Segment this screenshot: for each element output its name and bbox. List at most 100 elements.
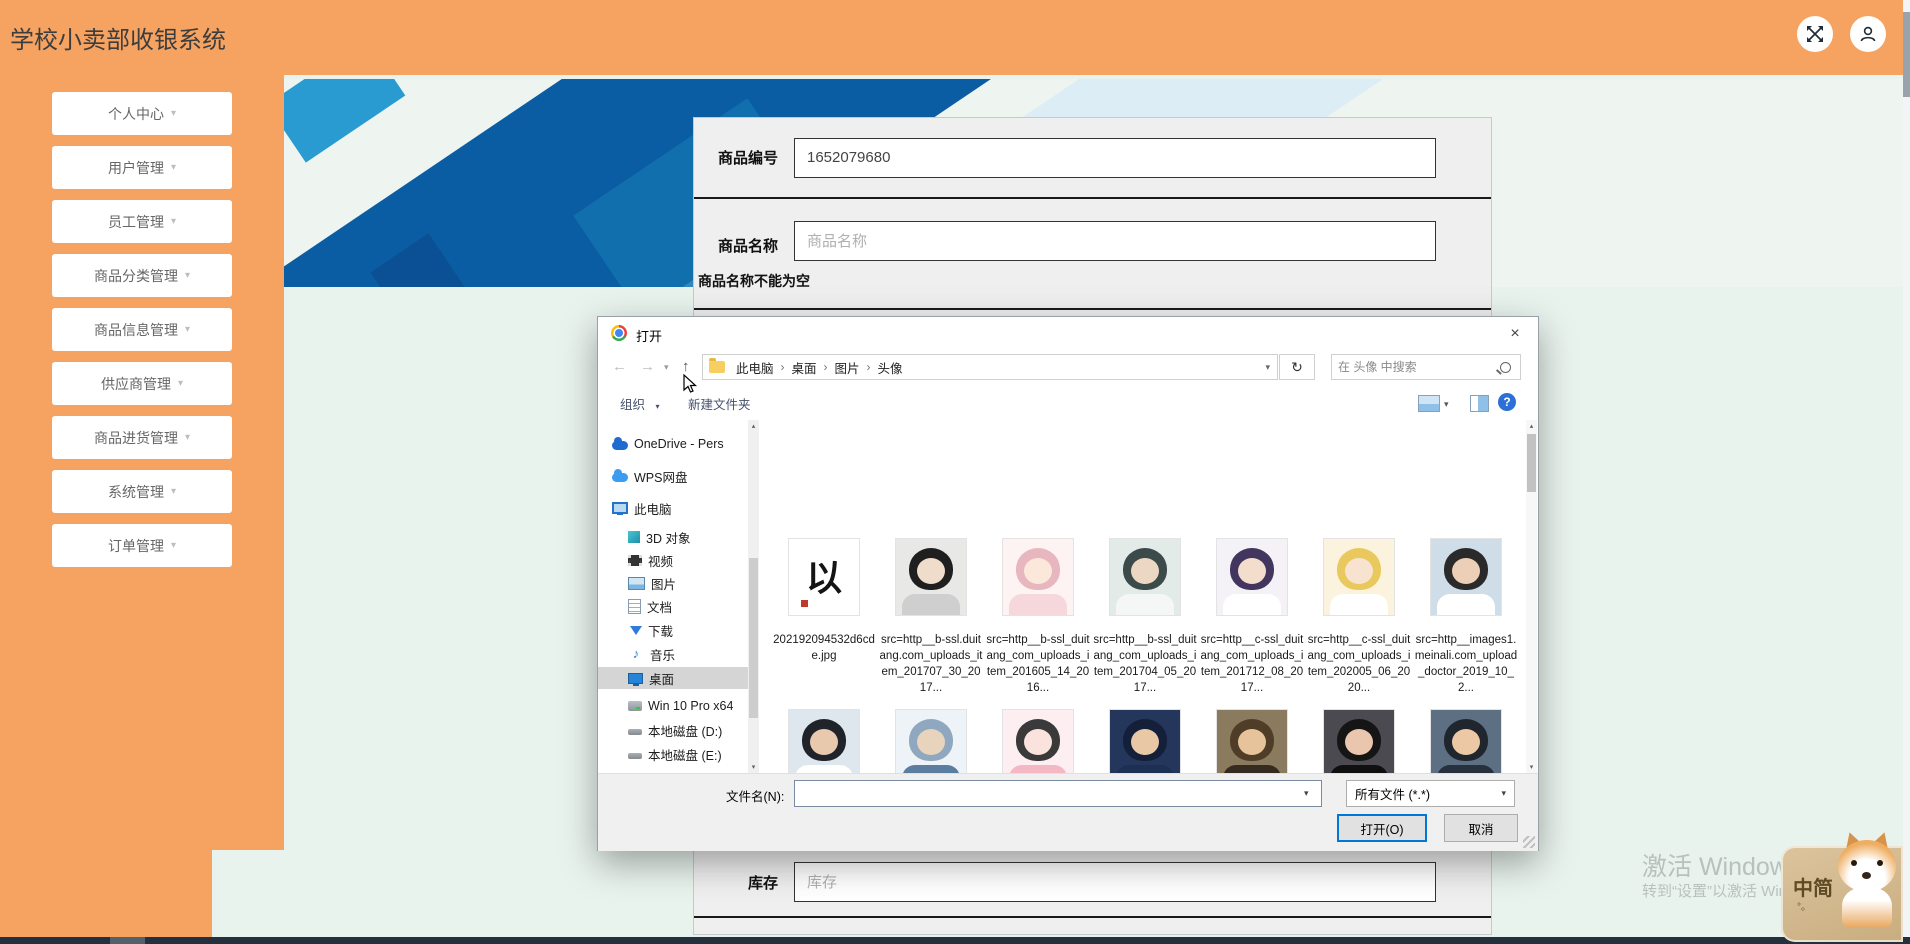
file-item[interactable]: src=http__img_zcool_cn_community_0185fe5…	[1093, 703, 1197, 773]
up-icon[interactable]: ↑	[682, 358, 690, 375]
refresh-button[interactable]: ↻	[1279, 354, 1315, 380]
tree-item[interactable]: 文档	[598, 595, 748, 617]
scroll-down-icon[interactable]: ▾	[1526, 763, 1537, 771]
tree-item-label: 桌面	[649, 672, 675, 687]
forward-icon[interactable]: →	[640, 358, 655, 375]
file-thumbnail	[1216, 709, 1288, 773]
chevron-down-icon: ▾	[184, 324, 191, 335]
filename-caret-icon[interactable]: ▾	[1304, 788, 1309, 799]
file-item[interactable]: src=http__b-ssl_duitang_com_uploads_item…	[1093, 532, 1197, 700]
sidebar-item[interactable]: 供应商管理 ▾	[52, 362, 232, 405]
tree-scrollbar-thumb[interactable]	[749, 558, 758, 718]
breadcrumb-item[interactable]: 桌面	[785, 358, 824, 377]
sidebar-item[interactable]: 系统管理 ▾	[52, 470, 232, 513]
product-id-input[interactable]	[794, 137, 1436, 178]
file-item[interactable]: src=http__img_zcool_cn_community_01ea195…	[986, 703, 1090, 773]
dialog-toolbar: 组织 ▾ 新建文件夹 ▾ ?	[598, 386, 1538, 421]
file-thumbnail	[895, 538, 967, 616]
file-item[interactable]: src=http__c-ssl_duitang_com_uploads_item…	[1200, 532, 1304, 700]
tree-scrollbar[interactable]: ▴ ▾	[748, 420, 759, 773]
tree-item[interactable]: 本地磁盘 (D:)	[598, 719, 748, 741]
file-item[interactable]: src=http__c-ssl_duitang_com_uploads_item…	[1307, 532, 1411, 700]
preview-pane-icon[interactable]	[1470, 395, 1489, 412]
back-icon[interactable]: ←	[612, 358, 627, 375]
sidebar-item[interactable]: 商品信息管理 ▾	[52, 308, 232, 351]
page-horizontal-scrollbar-thumb[interactable]	[110, 937, 145, 944]
tree-item[interactable]: 桌面	[598, 667, 748, 689]
sidebar-item[interactable]: 用户管理 ▾	[52, 146, 232, 189]
resize-grip[interactable]	[1523, 836, 1535, 848]
tree-item-icon	[628, 701, 642, 711]
organize-button[interactable]: 组织 ▾	[620, 394, 660, 413]
tree-item[interactable]: OneDrive - Pers	[598, 433, 748, 455]
search-input[interactable]	[1332, 360, 1500, 374]
search-icon[interactable]	[1500, 361, 1511, 373]
file-item[interactable]: src=http__images1.meinali.com_upload_doc…	[1414, 532, 1518, 700]
user-button[interactable]	[1850, 16, 1886, 52]
tree-item-label: 视频	[648, 554, 674, 569]
fullscreen-button[interactable]	[1797, 16, 1833, 52]
page-vertical-scrollbar[interactable]	[1903, 0, 1910, 937]
sidebar-item[interactable]: 商品分类管理 ▾	[52, 254, 232, 297]
tree-item[interactable]: 本地磁盘 (E:)	[598, 743, 748, 765]
tree-item[interactable]: 视频	[598, 549, 748, 571]
view-mode-icon[interactable]	[1418, 395, 1440, 412]
file-item[interactable]: src=http__b-ssl_duitang_com_uploads_item…	[986, 532, 1090, 700]
sidebar-item[interactable]: 订单管理 ▾	[52, 524, 232, 567]
breadcrumb-item[interactable]: 图片	[828, 358, 867, 377]
address-caret-icon[interactable]: ▾	[1265, 362, 1270, 373]
open-button[interactable]: 打开(O)	[1337, 814, 1427, 842]
page-vertical-scrollbar-thumb[interactable]	[1903, 12, 1910, 97]
filename-label: 文件名(N):	[726, 790, 785, 804]
filename-input[interactable]	[794, 780, 1322, 807]
tree-item[interactable]: 图片	[598, 572, 748, 594]
file-item[interactable]: src=http__b-ssl.duitang.com_uploads_item…	[879, 532, 983, 700]
chevron-down-icon: ▾	[170, 108, 177, 119]
stock-input[interactable]	[794, 862, 1436, 902]
tree-item-icon	[612, 437, 628, 450]
tree-item[interactable]: WPS网盘	[598, 465, 748, 487]
cancel-button[interactable]: 取消	[1444, 814, 1518, 842]
file-item[interactable]: src=http__img3_duitang_com_uploads_item_…	[1200, 703, 1304, 773]
sidebar-item-label: 个人中心	[107, 105, 164, 122]
page-horizontal-scrollbar[interactable]	[0, 937, 1910, 944]
view-mode-caret-icon[interactable]: ▾	[1444, 399, 1449, 410]
new-folder-button[interactable]: 新建文件夹	[688, 394, 751, 413]
tree-item[interactable]: 3D 对象	[598, 526, 748, 548]
file-scrollbar[interactable]: ▴ ▾	[1526, 420, 1537, 773]
product-name-input[interactable]	[794, 221, 1436, 261]
tree-item-label: OneDrive - Pers	[634, 437, 724, 451]
file-item[interactable]: src=http__imgstatic_juren_cn_roKBMUtknU_…	[1307, 703, 1411, 773]
file-item[interactable]: 以 202192094532d6cde.jpg	[772, 532, 876, 700]
tree-item[interactable]: Win 10 Pro x64	[598, 695, 748, 717]
help-icon[interactable]: ?	[1498, 393, 1516, 411]
form-row-stock: 库存	[694, 848, 1491, 918]
scroll-down-icon[interactable]: ▾	[748, 763, 759, 771]
activate-windows-text: 激活 Windows	[1642, 853, 1801, 881]
close-icon[interactable]: ×	[1492, 317, 1538, 350]
breadcrumb-item[interactable]: 此电脑	[729, 358, 781, 377]
sidebar-item[interactable]: 员工管理 ▾	[52, 200, 232, 243]
dialog-title: 打开	[636, 329, 663, 344]
sidebar-item[interactable]: 商品进货管理 ▾	[52, 416, 232, 459]
sidebar-item[interactable]: 个人中心 ▾	[52, 92, 232, 135]
file-open-dialog: 打开 × ← → ▾ ↑ 此电脑›桌面›图片›头像 ▾ ↻ 组织	[597, 316, 1539, 851]
form-row-product-name: 商品名称 商品名称不能为空	[694, 199, 1491, 310]
filetype-select[interactable]: 所有文件 (*.*) ▾	[1346, 780, 1515, 807]
file-item[interactable]: src=http__img_tukuppt_com_png_preview_00…	[879, 703, 983, 773]
tree-item-label: 文档	[647, 600, 673, 615]
file-item[interactable]: src=http__images1_meinali_com_upload_doc…	[772, 703, 876, 773]
address-bar[interactable]: 此电脑 › 桌面 › 图片 › 头像 ▾	[702, 354, 1278, 380]
file-name: src=http__images1.meinali.com_upload_doc…	[1414, 634, 1518, 694]
file-scrollbar-thumb[interactable]	[1527, 434, 1536, 492]
tree-item[interactable]: 此电脑	[598, 497, 748, 519]
tree-item[interactable]: 下载	[598, 619, 748, 641]
scroll-up-icon[interactable]: ▴	[1526, 422, 1537, 430]
scroll-up-icon[interactable]: ▴	[748, 422, 759, 430]
tree-item[interactable]: ♪ 音乐	[598, 643, 748, 665]
breadcrumb-item[interactable]: 头像	[871, 358, 910, 377]
history-caret-icon[interactable]: ▾	[664, 362, 669, 373]
sidebar-item-label: 用户管理	[107, 159, 164, 176]
file-item[interactable]: src=http__nimg_ws_126_net_url=http__ding…	[1414, 703, 1518, 773]
user-icon	[1859, 25, 1877, 43]
